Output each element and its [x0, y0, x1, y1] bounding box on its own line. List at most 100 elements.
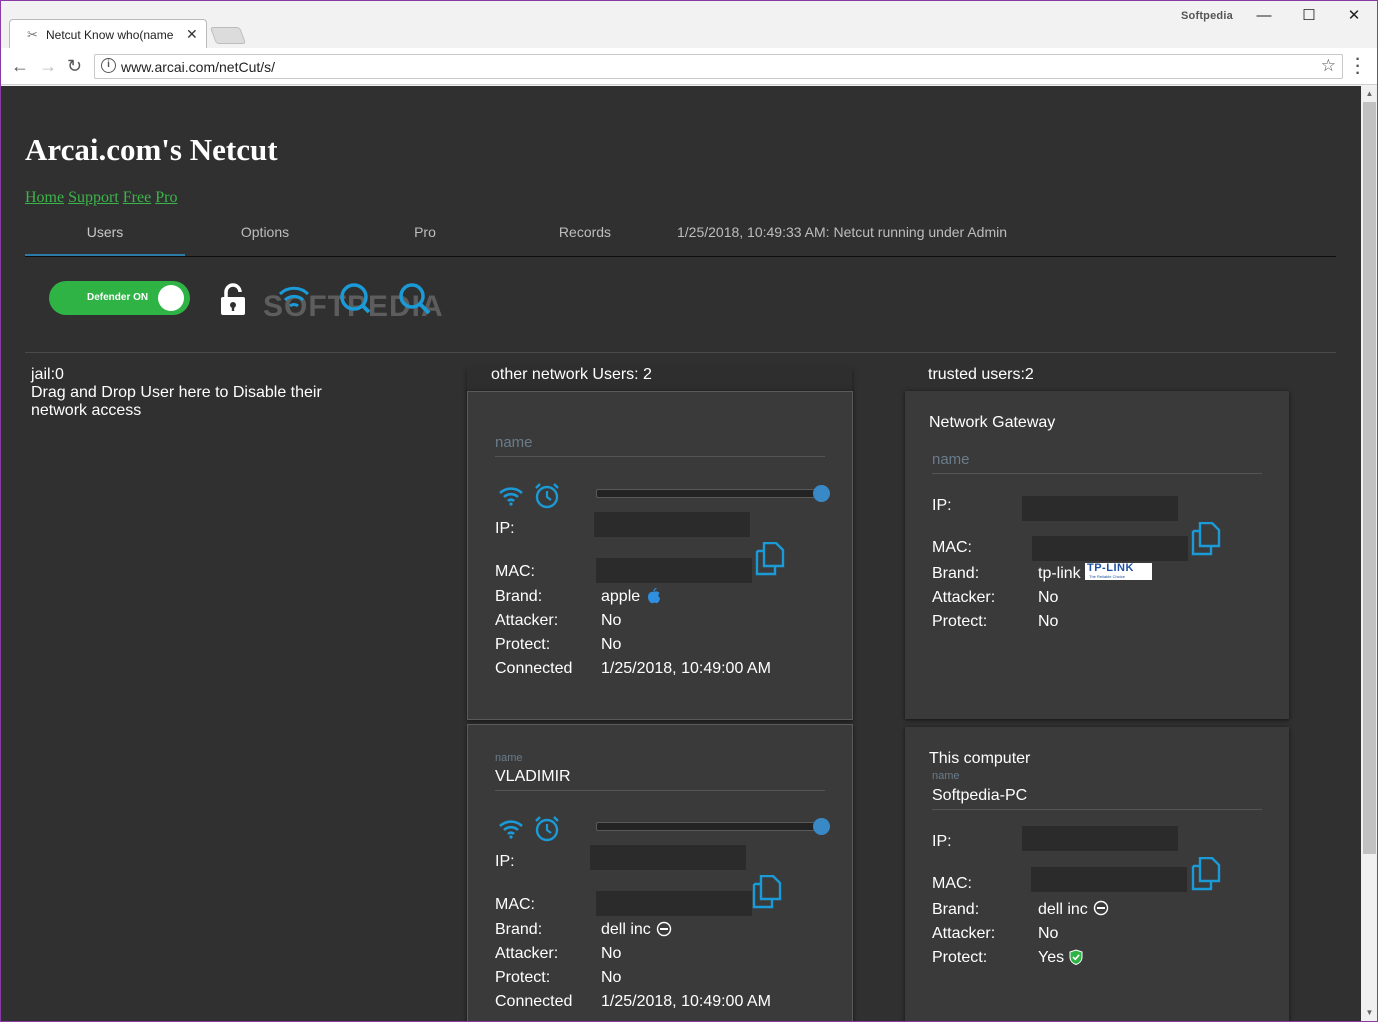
brand-label: Brand:	[932, 901, 980, 918]
wifi-icon[interactable]	[498, 818, 524, 840]
name-input[interactable]: VLADIMIR	[495, 768, 571, 786]
ip-value-redacted	[594, 512, 750, 537]
protect-label: Protect:	[932, 949, 988, 966]
card-title: This computer	[929, 750, 1031, 767]
speed-slider-knob[interactable]	[812, 818, 830, 835]
alarm-icon[interactable]	[533, 815, 561, 843]
card-title: Network Gateway	[929, 414, 1056, 431]
reload-button[interactable]: ↻	[67, 56, 82, 76]
browser-window: ✂ Netcut Know who(name ✕ Softpedia — ☐ ✕…	[0, 0, 1378, 1022]
wifi-scan-icon[interactable]	[277, 284, 311, 314]
copy-icon[interactable]	[1191, 857, 1221, 891]
tab-users[interactable]: Users	[25, 216, 185, 256]
brand-value: dell inc	[1038, 901, 1088, 918]
name-underline	[932, 809, 1262, 810]
name-field-label: name	[495, 752, 523, 764]
tab-close-icon[interactable]: ✕	[186, 26, 198, 43]
speed-slider[interactable]	[596, 489, 826, 498]
pro-link[interactable]: Pro	[155, 189, 177, 206]
name-input[interactable]: name	[932, 451, 970, 468]
brand-label: Brand:	[495, 921, 543, 938]
ip-label: IP:	[495, 853, 515, 870]
tplink-logo-subtext: The Reliable Choice	[1089, 574, 1126, 579]
url-text[interactable]: www.arcai.com/netCut/s/	[121, 59, 275, 75]
name-underline	[495, 456, 825, 457]
attacker-value: No	[1038, 589, 1059, 606]
mac-value-redacted	[1032, 536, 1188, 561]
brand-label: Brand:	[495, 588, 543, 605]
ip-value-redacted	[1022, 826, 1178, 851]
ip-value-redacted	[590, 845, 746, 870]
alarm-icon[interactable]	[533, 482, 561, 510]
tab-options[interactable]: Options	[185, 216, 345, 256]
protect-value: No	[601, 969, 622, 986]
tab-pro[interactable]: Pro	[345, 216, 505, 256]
name-underline	[932, 473, 1262, 474]
name-input[interactable]: Softpedia-PC	[932, 787, 1027, 805]
mac-value-redacted	[596, 891, 752, 916]
mac-value-redacted	[1031, 867, 1187, 892]
connected-label: Connected	[495, 993, 573, 1010]
user-card[interactable]: name VLADIMIR IP: MAC: Brand: dell inc A…	[467, 724, 853, 1021]
jail-hint: Drag and Drop User here to Disable their…	[31, 384, 322, 419]
ip-label: IP:	[932, 497, 952, 514]
softpedia-tag: Softpedia	[1181, 10, 1233, 22]
trusted-user-card[interactable]: Network Gateway name IP: MAC: Brand: tp-…	[905, 391, 1289, 719]
search-icon[interactable]	[397, 282, 435, 318]
address-bar[interactable]: i www.arcai.com/netCut/s/ ☆	[94, 54, 1343, 79]
protect-label: Protect:	[495, 636, 551, 653]
user-card[interactable]: name IP: MAC: Brand: apple Attacker: No …	[467, 391, 853, 720]
attacker-label: Attacker:	[932, 925, 996, 942]
attacker-value: No	[601, 945, 622, 962]
back-button[interactable]: ←	[11, 56, 29, 76]
other-users-header: other network Users: 2	[491, 366, 652, 383]
mac-label: MAC:	[932, 875, 972, 892]
name-field-label: name	[932, 770, 960, 782]
forward-button[interactable]: →	[39, 56, 57, 76]
refresh-scan-icon[interactable]	[337, 282, 373, 318]
tab-title: Netcut Know who(name	[46, 28, 174, 42]
connected-label: Connected	[495, 660, 573, 677]
browser-tab[interactable]: ✂ Netcut Know who(name ✕	[9, 19, 207, 49]
mac-label: MAC:	[495, 896, 535, 913]
connected-value: 1/25/2018, 10:49:00 AM	[601, 993, 771, 1010]
speed-slider[interactable]	[596, 822, 826, 831]
scroll-down-arrow[interactable]: ▼	[1361, 1006, 1377, 1020]
lock-icon[interactable]	[219, 283, 247, 317]
bookmark-star-icon[interactable]: ☆	[1321, 56, 1336, 76]
minimize-button[interactable]: —	[1249, 5, 1279, 27]
page-viewport: Arcai.com's Netcut Home Support Free Pro Us…	[1, 86, 1361, 1021]
jail-drop-zone[interactable]: jail:0 Drag and Drop User here to Disabl…	[31, 366, 351, 420]
protect-label: Protect:	[495, 969, 551, 986]
free-link[interactable]: Free	[123, 189, 151, 206]
tab-records[interactable]: Records	[505, 216, 665, 256]
brand-label: Brand:	[932, 565, 980, 582]
main-tabs: Users Options Pro Records 1/25/2018, 10:…	[25, 216, 1336, 257]
name-input[interactable]: name	[495, 434, 533, 451]
shield-icon	[1069, 949, 1083, 965]
tplink-logo: TP-LINK The Reliable Choice	[1085, 563, 1152, 580]
trusted-user-card[interactable]: This computer name Softpedia-PC IP: MAC:…	[905, 727, 1289, 1021]
page-scrollbar[interactable]: ▲ ▼	[1361, 86, 1377, 1021]
close-window-button[interactable]: ✕	[1339, 5, 1369, 27]
browser-menu-icon[interactable]: · · ·	[1353, 52, 1363, 82]
mac-label: MAC:	[495, 563, 535, 580]
copy-icon[interactable]	[1191, 522, 1221, 556]
speed-slider-knob[interactable]	[812, 485, 830, 502]
copy-icon[interactable]	[752, 875, 782, 909]
dell-icon	[1093, 900, 1109, 916]
scroll-thumb[interactable]	[1363, 102, 1376, 854]
maximize-button[interactable]: ☐	[1294, 5, 1324, 27]
browser-toolbar: ← → ↻ i www.arcai.com/netCut/s/ ☆ · · ·	[1, 48, 1377, 85]
info-icon[interactable]: i	[101, 58, 116, 73]
defender-toggle[interactable]: Defender ON	[49, 281, 190, 315]
status-text: 1/25/2018, 10:49:33 AM: Netcut running u…	[677, 224, 1008, 240]
new-tab-button[interactable]	[209, 27, 247, 44]
protect-value: No	[1038, 613, 1059, 630]
attacker-label: Attacker:	[932, 589, 996, 606]
home-link[interactable]: Home	[25, 189, 64, 206]
scroll-up-arrow[interactable]: ▲	[1361, 87, 1377, 101]
copy-icon[interactable]	[755, 542, 785, 576]
wifi-icon[interactable]	[498, 485, 524, 507]
support-link[interactable]: Support	[68, 189, 119, 206]
